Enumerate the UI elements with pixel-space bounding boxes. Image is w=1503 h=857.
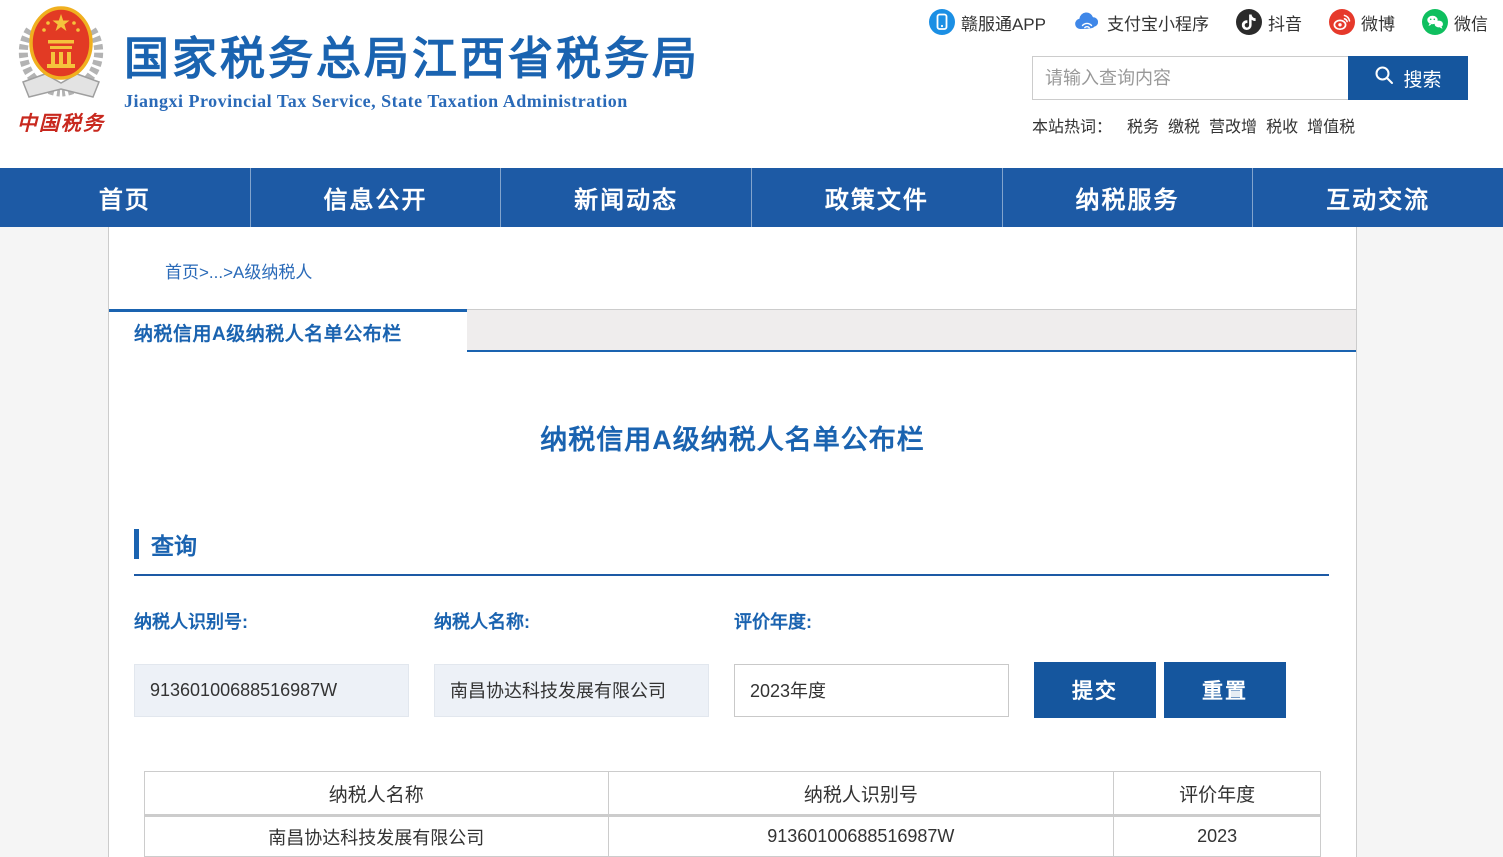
search-button-label: 搜索 [1403, 65, 1441, 92]
submit-button[interactable]: 提交 [1034, 662, 1156, 718]
breadcrumb[interactable]: 首页>...>A级纳税人 [165, 227, 1356, 283]
tab-strip-filler [467, 309, 1356, 352]
query-form-labels: 纳税人识别号: 纳税人名称: 评价年度: [134, 608, 1356, 634]
site-search: 搜索 [1032, 56, 1468, 100]
hot-word[interactable]: 缴税 [1168, 113, 1200, 137]
weibo-icon [1329, 9, 1355, 35]
nav-item-news[interactable]: 新闻动态 [501, 168, 752, 227]
social-label: 赣服通APP [961, 10, 1046, 35]
query-section-divider [134, 574, 1329, 576]
table-header-evaluation-year: 评价年度 [1114, 772, 1321, 816]
search-icon [1374, 65, 1394, 91]
hot-word[interactable]: 税务 [1127, 113, 1159, 137]
nav-item-home[interactable]: 首页 [0, 168, 251, 227]
tab-strip: 纳税信用A级纳税人名单公布栏 [109, 309, 1356, 352]
social-link-weibo[interactable]: 微博 [1329, 9, 1395, 35]
result-table: 纳税人名称 纳税人识别号 评价年度 南昌协达科技发展有限公司 913601006… [144, 771, 1321, 857]
social-link-alipay[interactable]: 支付宝小程序 [1073, 9, 1209, 35]
hot-words-label: 本站热词： [1032, 113, 1112, 137]
search-input[interactable] [1032, 56, 1348, 100]
evaluation-year-slot: 2023年度 [734, 664, 1034, 717]
hot-words: 本站热词： 税务 缴税 营改增 税收 增值税 [1032, 113, 1468, 137]
site-subtitle-english: Jiangxi Provincial Tax Service, State Ta… [124, 91, 700, 112]
social-link-wechat[interactable]: 微信 [1422, 9, 1488, 35]
social-label: 支付宝小程序 [1107, 10, 1209, 35]
nav-item-tax-service[interactable]: 纳税服务 [1003, 168, 1254, 227]
site-logo: 中国税务 [6, 4, 116, 136]
taxpayer-id-label: 纳税人识别号: [134, 608, 434, 634]
table-row: 南昌协达科技发展有限公司 91360100688516987W 2023 [145, 816, 1321, 857]
social-label: 微信 [1454, 10, 1488, 35]
social-label: 抖音 [1268, 10, 1302, 35]
header-right: 赣服通APP 支付宝小程序 [928, 8, 1488, 137]
hot-word[interactable]: 营改增 [1209, 113, 1257, 137]
query-section-title: 查询 [151, 527, 197, 561]
table-header-row: 纳税人名称 纳税人识别号 评价年度 [145, 772, 1321, 816]
social-links: 赣服通APP 支付宝小程序 [928, 8, 1488, 36]
nav-item-info-disclosure[interactable]: 信息公开 [251, 168, 502, 227]
evaluation-year-label: 评价年度: [734, 608, 1034, 634]
search-button[interactable]: 搜索 [1348, 56, 1468, 100]
taxpayer-name-label: 纳税人名称: [434, 608, 734, 634]
hot-word[interactable]: 税收 [1266, 113, 1298, 137]
section-accent-bar [134, 529, 139, 559]
nav-item-policy[interactable]: 政策文件 [752, 168, 1003, 227]
evaluation-year-select[interactable]: 2023年度 [734, 664, 1009, 717]
taxpayer-name-input[interactable] [434, 664, 709, 717]
site-title: 国家税务总局江西省税务局 [124, 34, 700, 84]
tax-emblem-icon [15, 91, 107, 108]
content-container: 首页>...>A级纳税人 纳税信用A级纳税人名单公布栏 纳税信用A级纳税人名单公… [108, 227, 1357, 857]
table-header-taxpayer-id: 纳税人识别号 [608, 772, 1114, 816]
cell-taxpayer-id: 91360100688516987W [608, 816, 1114, 857]
main-nav: 首页 信息公开 新闻动态 政策文件 纳税服务 互动交流 [0, 168, 1503, 227]
social-label: 微博 [1361, 10, 1395, 35]
alipay-cloud-icon [1073, 9, 1101, 35]
social-link-ganfutong[interactable]: 赣服通APP [929, 9, 1046, 35]
cell-taxpayer-name: 南昌协达科技发展有限公司 [145, 816, 609, 857]
logo-caption: 中国税务 [6, 107, 116, 136]
page-title: 纳税信用A级纳税人名单公布栏 [109, 418, 1356, 457]
social-link-douyin[interactable]: 抖音 [1236, 9, 1302, 35]
site-header: 中国税务 国家税务总局江西省税务局 Jiangxi Provincial Tax… [0, 0, 1503, 168]
nav-item-interaction[interactable]: 互动交流 [1253, 168, 1503, 227]
cell-evaluation-year: 2023 [1114, 816, 1321, 857]
query-section-heading: 查询 [134, 527, 1356, 561]
reset-button[interactable]: 重置 [1164, 662, 1286, 718]
taxpayer-id-input[interactable] [134, 664, 409, 717]
query-form-fields: 2023年度 提交 重置 [134, 662, 1356, 718]
tab-a-level-taxpayer-list[interactable]: 纳税信用A级纳税人名单公布栏 [109, 309, 467, 352]
app-icon [929, 9, 955, 35]
table-header-taxpayer-name: 纳税人名称 [145, 772, 609, 816]
taxpayer-id-slot [134, 664, 434, 717]
hot-word[interactable]: 增值税 [1307, 113, 1355, 137]
douyin-icon [1236, 9, 1262, 35]
site-title-block: 国家税务总局江西省税务局 Jiangxi Provincial Tax Serv… [124, 34, 700, 112]
taxpayer-name-slot [434, 664, 734, 717]
wechat-icon [1422, 9, 1448, 35]
